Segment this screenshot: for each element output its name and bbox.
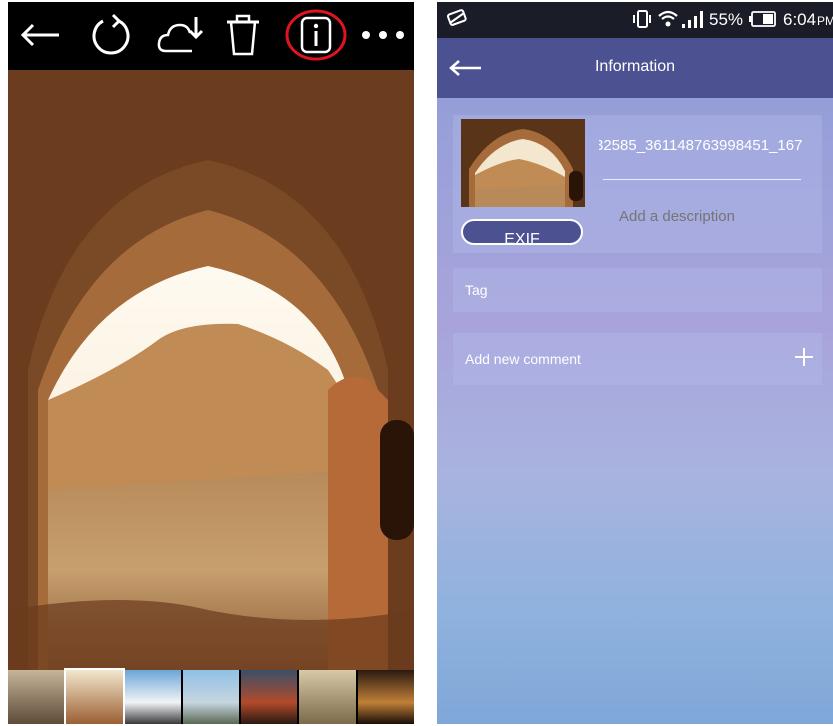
filmstrip-thumb[interactable]	[124, 670, 181, 724]
battery-icon	[749, 11, 777, 32]
trash-icon[interactable]	[218, 10, 268, 60]
viewer-toolbar	[8, 2, 414, 70]
app-bar: Information	[437, 38, 833, 98]
tag-row[interactable]: Tag	[453, 268, 822, 312]
file-name[interactable]: 32585_361148763998451_167	[599, 137, 823, 154]
wifi-icon	[657, 8, 679, 33]
battery-percent: 55%	[709, 10, 744, 29]
filmstrip-thumb[interactable]	[64, 668, 125, 724]
tag-label: Tag	[465, 282, 488, 298]
filmstrip	[8, 668, 414, 724]
page-title: Information	[594, 58, 676, 75]
left-arrow-icon[interactable]	[16, 10, 66, 60]
add-comment-label: Add new comment	[465, 351, 581, 367]
clock-ampm: PM	[817, 14, 833, 28]
clock-time: 6:04	[783, 10, 817, 29]
photo-thumbnail	[461, 119, 585, 207]
cloud-download-icon[interactable]	[156, 10, 206, 60]
add-comment-row[interactable]: Add new comment	[453, 333, 822, 385]
filmstrip-thumb[interactable]	[182, 670, 240, 724]
rotate-icon[interactable]	[86, 10, 136, 60]
image-notification-icon	[446, 9, 469, 32]
information-screen: 55% 6:04 PM Information 32585_3611487639…	[437, 2, 833, 724]
filmstrip-thumb[interactable]	[357, 670, 414, 724]
signal-icon	[681, 10, 705, 33]
status-bar: 55% 6:04 PM	[437, 2, 833, 38]
description-input[interactable]	[617, 207, 811, 226]
file-name-underline	[603, 179, 801, 180]
main-photo[interactable]	[8, 70, 414, 670]
exif-button[interactable]: EXIF	[461, 219, 583, 245]
more-dots-icon[interactable]	[358, 10, 408, 60]
filmstrip-thumb[interactable]	[299, 670, 356, 724]
plus-icon[interactable]	[794, 343, 814, 374]
filmstrip-thumb[interactable]	[241, 670, 298, 724]
vibrate-icon	[631, 9, 653, 34]
photo-info-card: 32585_361148763998451_167 EXIF	[453, 115, 822, 253]
info-icon[interactable]	[284, 9, 348, 61]
filmstrip-thumb[interactable]	[8, 670, 65, 724]
photo-viewer-screen	[8, 2, 414, 724]
